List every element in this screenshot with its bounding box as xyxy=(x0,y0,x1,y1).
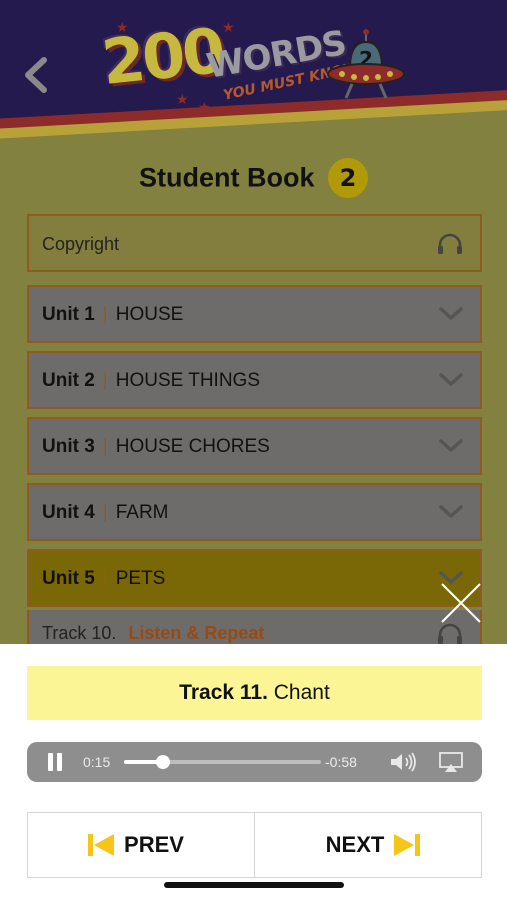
unit-item-2[interactable]: Unit 2 | HOUSE THINGS xyxy=(27,351,482,409)
headphones-icon xyxy=(438,233,462,254)
unit-number: Unit 1 xyxy=(42,304,95,325)
pause-bar xyxy=(48,753,53,771)
star-icon: ★ xyxy=(222,20,235,36)
star-icon: ★ xyxy=(198,100,211,116)
app-header: ★ ★ ★ ★ 200 WORDS YOU MUST KNOW! 2 xyxy=(0,0,507,140)
track-item[interactable]: Track 10. Listen & Repeat xyxy=(27,610,482,644)
track-number: Track 10. xyxy=(42,623,117,643)
divider: | xyxy=(102,436,108,457)
next-label: NEXT xyxy=(325,832,385,857)
audio-player-panel: Track 11. Chant 0:15 -0:58 PREV NEXT xyxy=(0,644,507,900)
now-playing-track: Track 11. xyxy=(179,681,268,704)
remaining-time: -0:58 xyxy=(325,754,357,770)
close-icon xyxy=(441,583,481,623)
close-player-button[interactable] xyxy=(438,580,484,626)
chevron-down-icon xyxy=(439,307,463,320)
copyright-label: Copyright xyxy=(42,234,120,254)
book-title: Student Book 2 xyxy=(0,158,507,198)
book-number-badge: 2 xyxy=(328,158,368,198)
divider: | xyxy=(102,304,108,325)
next-button[interactable]: NEXT xyxy=(254,813,481,877)
skip-forward-icon xyxy=(394,834,421,856)
unit-name: HOUSE CHORES xyxy=(115,436,270,457)
prev-button[interactable]: PREV xyxy=(28,813,254,877)
seek-handle[interactable] xyxy=(156,755,171,769)
unit-number: Unit 5 xyxy=(42,568,95,589)
unit-number: Unit 4 xyxy=(42,502,95,523)
unit-item-3[interactable]: Unit 3 | HOUSE CHORES xyxy=(27,417,482,475)
unit-number: Unit 2 xyxy=(42,370,95,391)
book-title-text: Student Book xyxy=(138,162,315,193)
divider: | xyxy=(102,568,108,589)
chevron-left-icon xyxy=(25,57,47,93)
back-button[interactable] xyxy=(16,52,56,98)
unit-number: Unit 3 xyxy=(42,436,95,457)
seek-bar[interactable] xyxy=(124,755,321,769)
chevron-down-icon xyxy=(439,373,463,386)
now-playing-label: Track 11. Chant xyxy=(27,666,482,720)
volume-icon[interactable] xyxy=(389,752,419,772)
unit-name: PETS xyxy=(115,568,166,589)
divider: | xyxy=(102,370,108,391)
unit-name: HOUSE xyxy=(115,304,184,325)
unit-item-4[interactable]: Unit 4 | FARM xyxy=(27,483,482,541)
now-playing-title: Chant xyxy=(273,681,330,704)
copyright-item[interactable]: Copyright xyxy=(27,214,482,272)
track-navigation: PREV NEXT xyxy=(27,812,482,878)
unit-name: HOUSE THINGS xyxy=(115,370,260,391)
current-time: 0:15 xyxy=(83,754,111,770)
airplay-icon[interactable] xyxy=(439,752,463,772)
app-logo: ★ ★ ★ ★ 200 WORDS YOU MUST KNOW! 2 xyxy=(98,12,408,116)
unit-item-1[interactable]: Unit 1 | HOUSE xyxy=(27,285,482,343)
skip-back-icon xyxy=(88,834,115,856)
unit-item-5[interactable]: Unit 5 | PETS xyxy=(27,549,482,607)
divider: | xyxy=(102,502,108,523)
home-indicator xyxy=(164,882,344,888)
prev-label: PREV xyxy=(124,832,184,857)
chevron-down-icon xyxy=(439,505,463,518)
pause-bar xyxy=(57,753,62,771)
book-content: Student Book 2 Copyright Unit 1 | HOUSE Un… xyxy=(0,140,507,644)
track-title: Listen & Repeat xyxy=(128,623,265,643)
chevron-down-icon xyxy=(439,439,463,452)
ufo-icon: 2 xyxy=(327,29,405,99)
pause-button[interactable] xyxy=(47,753,63,771)
audio-controls: 0:15 -0:58 xyxy=(27,742,482,782)
unit-name: FARM xyxy=(115,502,169,523)
star-icon: ★ xyxy=(176,92,189,108)
